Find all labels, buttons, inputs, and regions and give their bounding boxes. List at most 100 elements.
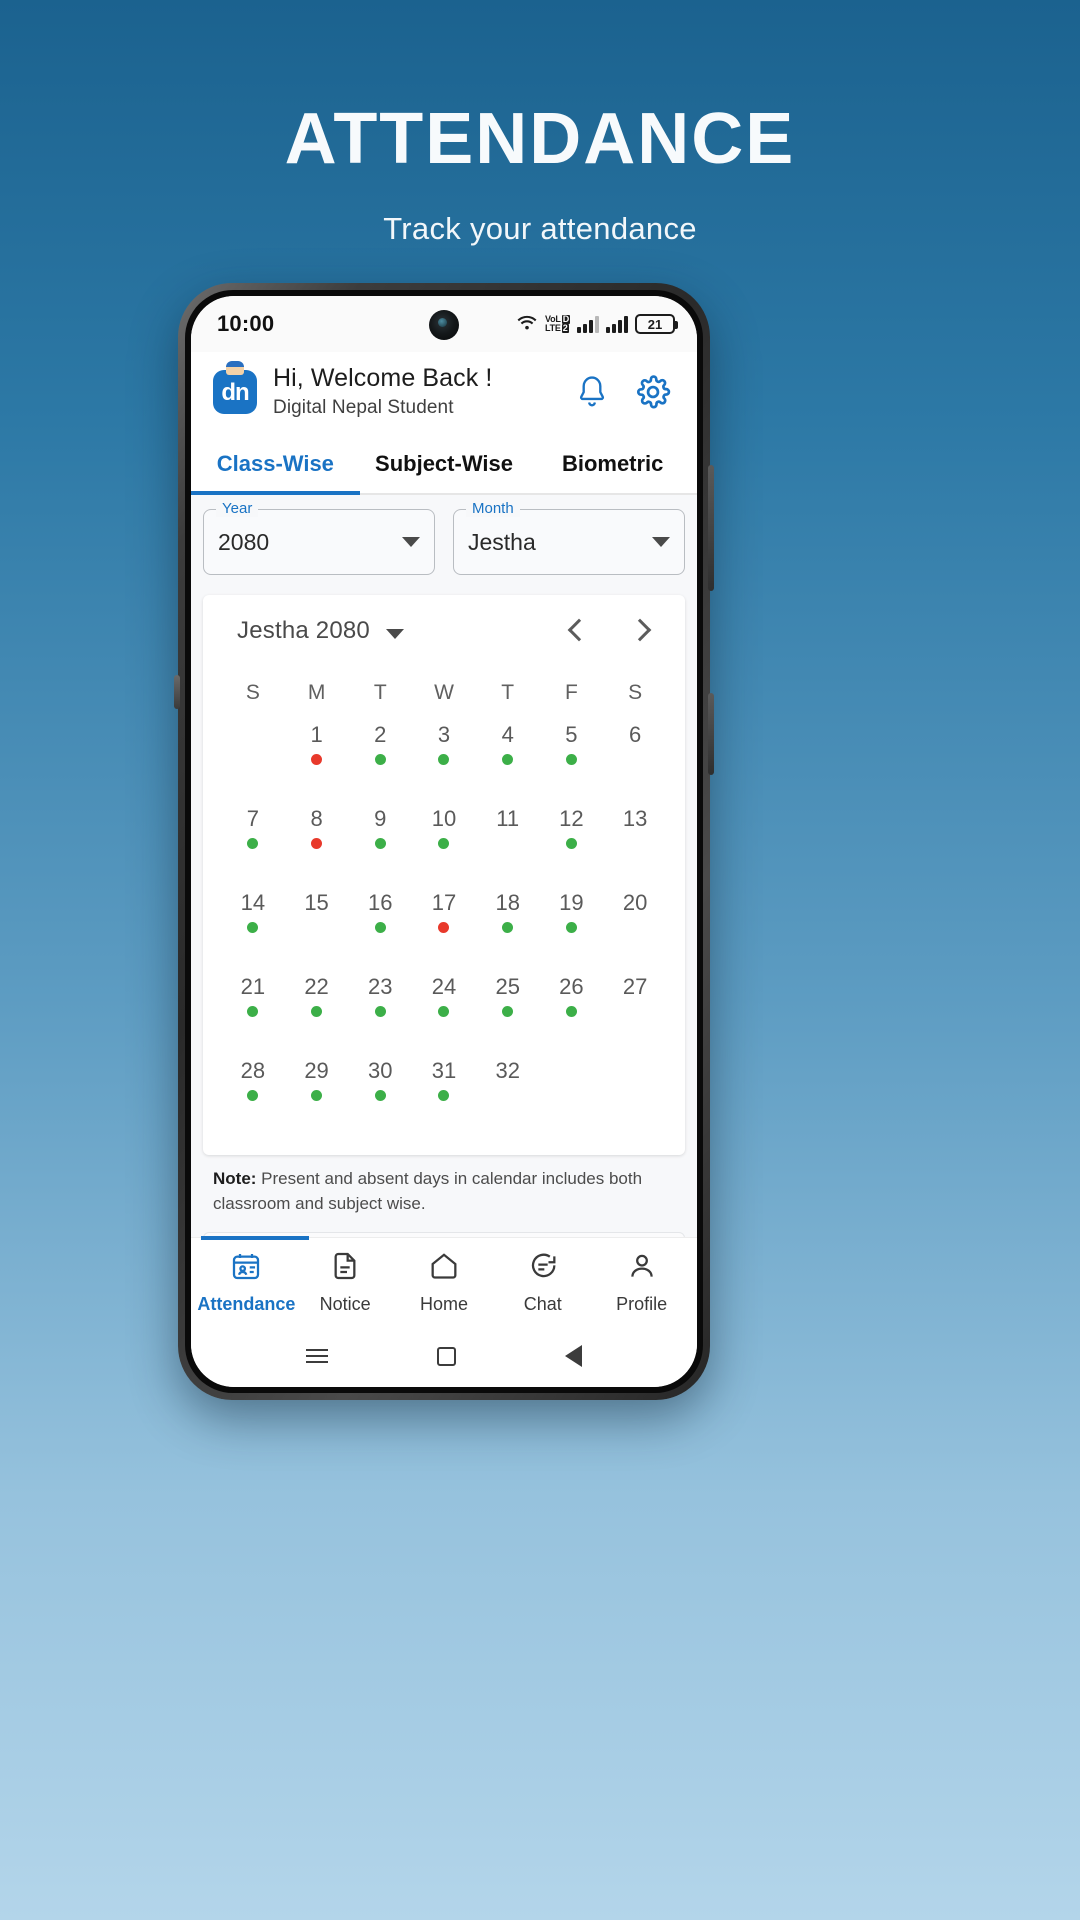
wifi-icon: [516, 313, 538, 336]
weekday-header: S M T W T F S: [221, 681, 667, 705]
calendar-day-number: 25: [495, 974, 520, 999]
attendance-status-dot-present: [438, 1006, 450, 1018]
calendar-day-cell[interactable]: 32: [476, 1058, 540, 1129]
calendar-day-cell[interactable]: 4: [476, 722, 540, 793]
calendar-day-cell[interactable]: 29: [285, 1058, 349, 1129]
attendance-status-dot-present: [374, 754, 386, 766]
left-side-button[interactable]: [174, 675, 180, 709]
year-dropdown[interactable]: Year 2080: [203, 500, 435, 575]
calendar-day-cell[interactable]: 8: [285, 806, 349, 877]
attendance-status-dot-present: [565, 838, 577, 850]
recents-icon[interactable]: [305, 1349, 328, 1363]
calendar-day-cell[interactable]: 21: [221, 974, 285, 1045]
calendar-day-cell[interactable]: 11: [476, 806, 540, 877]
attendance-status-dot-present: [438, 754, 450, 766]
bell-icon[interactable]: [575, 374, 609, 410]
calendar-day-cell[interactable]: 25: [476, 974, 540, 1045]
attendance-status-dot-present: [438, 1090, 450, 1102]
tab-biometric[interactable]: Biometric: [528, 433, 697, 493]
promo-banner: ATTENDANCE Track your attendance: [0, 0, 1080, 247]
nav-label-chat: Chat: [523, 1294, 562, 1314]
chevron-left-icon[interactable]: [565, 620, 587, 642]
calendar-day-cell[interactable]: 31: [412, 1058, 476, 1129]
calendar-day-number: 22: [304, 974, 329, 999]
signal-strength-icon-2: [606, 315, 628, 333]
calendar-day-cell[interactable]: 7: [221, 806, 285, 877]
attendance-status-dot-none: [502, 838, 513, 849]
calendar-day-cell[interactable]: 24: [412, 974, 476, 1045]
attendance-status-dot-present: [565, 754, 577, 766]
nav-item-notice[interactable]: Notice: [296, 1250, 395, 1315]
chevron-down-icon: [402, 537, 420, 547]
calendar-grid: 1 2 3 4 5 6 7 8 9 10 11 12 13 14 15 16 17 18 19 20 21 22 23 24 2…: [221, 722, 667, 1129]
nav-label-attendance: Attendance: [197, 1294, 296, 1314]
calendar-day-cell[interactable]: 3: [412, 722, 476, 793]
month-dropdown-label: Month: [466, 500, 520, 517]
calendar-day-cell[interactable]: 23: [348, 974, 412, 1045]
calendar-day-cell[interactable]: 18: [476, 890, 540, 961]
calendar-day-cell[interactable]: 14: [221, 890, 285, 961]
attendance-status-dot-present: [502, 922, 514, 934]
attendance-status-dot-none: [630, 1006, 641, 1017]
calendar-day-number: 20: [622, 890, 648, 915]
calendar-day-cell[interactable]: 19: [540, 890, 604, 961]
profile-icon: [626, 1250, 658, 1287]
gear-icon[interactable]: [635, 374, 671, 410]
attendance-status-dot-none: [630, 754, 641, 765]
calendar-day-number: 13: [622, 806, 648, 831]
calendar-day-cell[interactable]: 26: [540, 974, 604, 1045]
calendar-day-number: 6: [629, 722, 642, 747]
nav-item-attendance[interactable]: Attendance: [197, 1250, 296, 1315]
calendar-day-cell[interactable]: 17: [412, 890, 476, 961]
nav-item-profile[interactable]: Profile: [592, 1250, 691, 1315]
nav-label-notice: Notice: [319, 1294, 371, 1314]
calendar-day-number: 2: [374, 722, 387, 747]
calendar-day-number: 27: [622, 974, 648, 999]
nav-item-chat[interactable]: Chat: [493, 1250, 592, 1315]
calendar-day-cell[interactable]: 20: [603, 890, 667, 961]
calendar-day-cell[interactable]: 10: [412, 806, 476, 877]
phone-bezel: 10:00 VoL D LTE 2 21 dn Hi, Welcome Back…: [185, 290, 703, 1393]
calendar-day-number: 1: [310, 722, 323, 747]
back-triangle-icon[interactable]: [565, 1345, 583, 1367]
attendance-status-dot-none: [630, 922, 641, 933]
attendance-content: Year 2080 Month Jestha Jestha 2080 S M T…: [191, 495, 697, 1237]
page-title: ATTENDANCE: [284, 99, 796, 179]
calendar-day-cell[interactable]: 27: [603, 974, 667, 1045]
greeting-title: Hi, Welcome Back !: [273, 364, 493, 392]
weekday-label: W: [434, 681, 454, 704]
weekday-label: T: [501, 681, 515, 704]
chevron-down-icon: [652, 537, 670, 547]
calendar-day-cell[interactable]: 13: [603, 806, 667, 877]
tab-class-wise[interactable]: Class-Wise: [191, 433, 360, 495]
page-subtitle: Track your attendance: [383, 211, 697, 246]
calendar-day-cell[interactable]: 2: [348, 722, 412, 793]
calendar-day-cell[interactable]: 5: [540, 722, 604, 793]
calendar-day-cell[interactable]: 15: [285, 890, 349, 961]
calendar-day-cell[interactable]: 1: [285, 722, 349, 793]
nav-item-home[interactable]: Home: [395, 1250, 494, 1315]
calendar-day-cell[interactable]: 6: [603, 722, 667, 793]
app-logo-text: dn: [221, 379, 249, 406]
calendar-day-cell[interactable]: 16: [348, 890, 412, 961]
weekday-label: S: [628, 681, 643, 704]
calendar-month-selector[interactable]: Jestha 2080: [237, 617, 405, 645]
phone-mockup: 10:00 VoL D LTE 2 21 dn Hi, Welcome Back…: [174, 283, 714, 1400]
calendar-day-cell[interactable]: 22: [285, 974, 349, 1045]
calendar-day-cell[interactable]: 28: [221, 1058, 285, 1129]
calendar-day-cell[interactable]: 9: [348, 806, 412, 877]
bottom-navigation: Attendance Notice Home Chat Profile: [191, 1236, 697, 1325]
status-icons: VoL D LTE 2 21: [516, 313, 678, 336]
chevron-right-icon[interactable]: [631, 620, 653, 642]
calendar-day-cell[interactable]: 30: [348, 1058, 412, 1129]
home-square-icon[interactable]: [436, 1346, 456, 1366]
calendar-day-number: 11: [496, 806, 520, 831]
attendance-tabs: Class-Wise Subject-Wise Biometric: [191, 433, 697, 495]
calendar-day-number: 17: [431, 890, 457, 915]
calendar-day-number: 23: [368, 974, 393, 999]
tab-subject-wise[interactable]: Subject-Wise: [360, 433, 529, 493]
power-button[interactable]: [708, 693, 714, 775]
month-dropdown[interactable]: Month Jestha: [453, 500, 685, 575]
calendar-day-cell[interactable]: 12: [540, 806, 604, 877]
volume-button[interactable]: [708, 465, 714, 591]
